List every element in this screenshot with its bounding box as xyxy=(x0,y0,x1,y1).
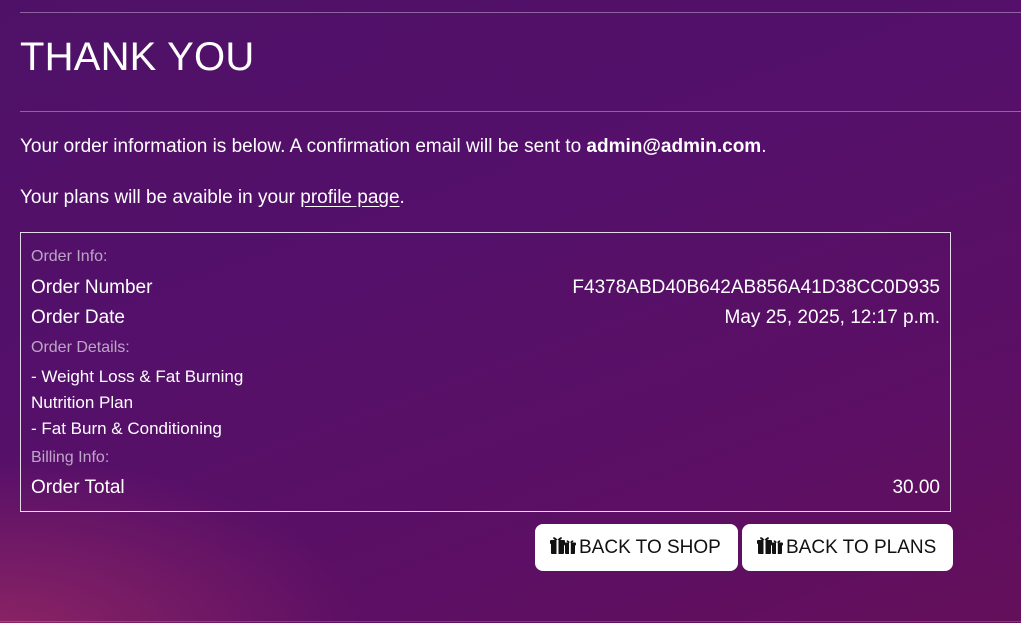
back-to-plans-button[interactable]: BACK TO PLANS xyxy=(742,524,953,571)
order-total-value: 30.00 xyxy=(892,477,940,498)
order-info-heading: Order Info: xyxy=(31,248,940,266)
order-details-label: Order Details: xyxy=(31,339,130,356)
order-number-value: F4378ABD40B642AB856A41D38CC0D935 xyxy=(572,277,940,298)
billing-info-label: Billing Info: xyxy=(31,449,110,466)
plans-message: Your plans will be avaible in your profi… xyxy=(20,186,405,210)
order-summary-box: Order Info: Order Number F4378ABD40B642A… xyxy=(20,232,951,512)
back-to-shop-label: BACK TO SHOP xyxy=(579,536,721,558)
page-title: THANK YOU xyxy=(20,35,255,79)
gifts-icon xyxy=(757,535,786,561)
order-info-label: Order Info: xyxy=(31,248,108,265)
order-total-label: Order Total xyxy=(31,477,125,498)
list-item: - Fat Burn & Conditioning xyxy=(31,419,222,438)
order-number-row: Order Number F4378ABD40B642AB856A41D38CC… xyxy=(31,277,940,299)
profile-page-link[interactable]: profile page xyxy=(300,187,399,208)
top-divider xyxy=(20,12,1021,13)
order-details-heading: Order Details: xyxy=(31,339,940,357)
order-date-label: Order Date xyxy=(31,307,125,328)
back-to-shop-button[interactable]: BACK TO SHOP xyxy=(535,524,738,571)
order-date-value: May 25, 2025, 12:17 p.m. xyxy=(724,307,940,328)
gifts-icon xyxy=(550,535,579,561)
back-to-plans-label: BACK TO PLANS xyxy=(786,536,937,558)
order-date-row: Order Date May 25, 2025, 12:17 p.m. xyxy=(31,307,940,329)
order-total-row: Order Total 30.00 xyxy=(31,477,940,499)
list-item: - Weight Loss & Fat Burning Nutrition Pl… xyxy=(31,367,244,412)
title-divider xyxy=(20,111,1021,112)
billing-info-heading: Billing Info: xyxy=(31,449,940,467)
plans-text: Your plans will be avaible in your xyxy=(20,187,301,208)
bottom-divider xyxy=(0,621,1021,622)
confirmation-email: admin@admin.com xyxy=(586,136,762,157)
order-number-label: Order Number xyxy=(31,277,153,298)
confirmation-period: . xyxy=(761,136,767,157)
confirmation-text: Your order information is below. A confi… xyxy=(20,136,587,157)
confirmation-message: Your order information is below. A confi… xyxy=(20,135,766,159)
order-items-list: - Weight Loss & Fat Burning Nutrition Pl… xyxy=(31,364,291,442)
plans-period: . xyxy=(399,187,405,208)
